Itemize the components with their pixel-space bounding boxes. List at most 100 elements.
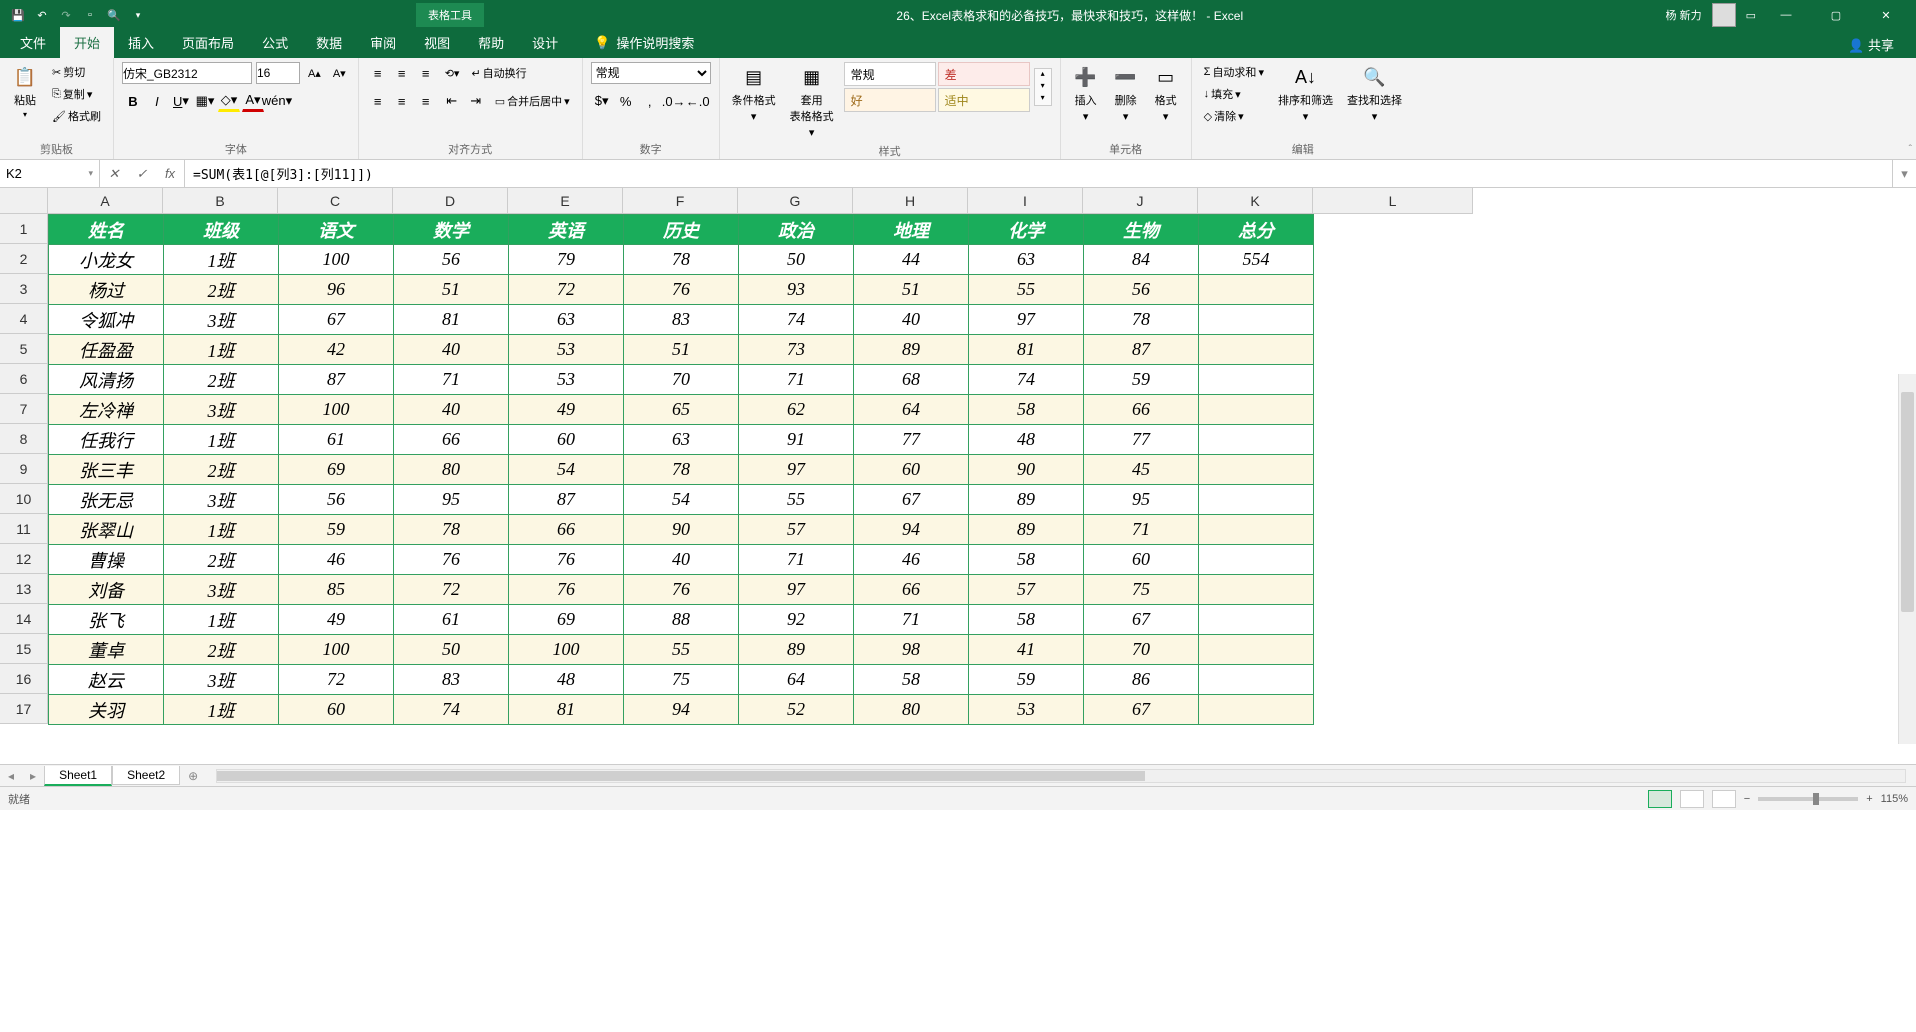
cell[interactable]: 张翠山	[49, 515, 164, 545]
table-header-cell[interactable]: 班级	[164, 215, 279, 245]
cut-button[interactable]: ✂剪切	[48, 62, 105, 82]
cell[interactable]: 80	[854, 695, 969, 725]
enter-formula-icon[interactable]: ✓	[128, 166, 156, 182]
tab-help[interactable]: 帮助	[464, 27, 518, 58]
column-header[interactable]: J	[1083, 188, 1198, 214]
zoom-out-icon[interactable]: −	[1744, 793, 1750, 805]
table-header-cell[interactable]: 语文	[279, 215, 394, 245]
cell[interactable]: 100	[509, 635, 624, 665]
column-header[interactable]: D	[393, 188, 508, 214]
cell[interactable]: 65	[624, 395, 739, 425]
undo-icon[interactable]: ↶	[34, 7, 50, 23]
table-header-cell[interactable]: 地理	[854, 215, 969, 245]
cell[interactable]: 72	[279, 665, 394, 695]
cell[interactable]: 81	[509, 695, 624, 725]
zoom-slider[interactable]	[1758, 797, 1858, 801]
increase-decimal-button[interactable]: .0→	[663, 90, 685, 112]
cell[interactable]: 80	[394, 455, 509, 485]
cell[interactable]	[1199, 335, 1314, 365]
cell[interactable]: 42	[279, 335, 394, 365]
cell[interactable]: 79	[509, 245, 624, 275]
cell[interactable]: 100	[279, 245, 394, 275]
cell[interactable]: 55	[624, 635, 739, 665]
cell[interactable]: 71	[739, 545, 854, 575]
cell[interactable]: 77	[1084, 425, 1199, 455]
format-painter-button[interactable]: 🖌格式刷	[48, 106, 105, 126]
cell[interactable]: 71	[854, 605, 969, 635]
table-header-cell[interactable]: 生物	[1084, 215, 1199, 245]
cell[interactable]: 49	[279, 605, 394, 635]
row-header[interactable]: 9	[0, 454, 48, 484]
cell[interactable]: 94	[624, 695, 739, 725]
cell[interactable]: 56	[1084, 275, 1199, 305]
cell[interactable]: 49	[509, 395, 624, 425]
cell[interactable]: 71	[1084, 515, 1199, 545]
percent-button[interactable]: %	[615, 90, 637, 112]
cell[interactable]: 70	[1084, 635, 1199, 665]
collapse-ribbon-icon[interactable]: ˆ	[1909, 144, 1912, 155]
tab-page-layout[interactable]: 页面布局	[168, 27, 248, 58]
cell[interactable]: 74	[739, 305, 854, 335]
cell[interactable]: 3班	[164, 485, 279, 515]
wrap-text-button[interactable]: ↵自动换行	[467, 63, 530, 83]
row-header[interactable]: 6	[0, 364, 48, 394]
cell[interactable]: 64	[739, 665, 854, 695]
cell[interactable]: 54	[624, 485, 739, 515]
vertical-scrollbar[interactable]	[1898, 374, 1916, 744]
tab-file[interactable]: 文件	[6, 27, 60, 58]
cell[interactable]: 63	[509, 305, 624, 335]
insert-cells-button[interactable]: ➕插入▾	[1069, 62, 1103, 125]
cell[interactable]: 63	[969, 245, 1084, 275]
cell[interactable]: 40	[624, 545, 739, 575]
cell[interactable]: 58	[969, 545, 1084, 575]
cell[interactable]: 2班	[164, 275, 279, 305]
zoom-in-icon[interactable]: +	[1866, 793, 1872, 805]
add-sheet-icon[interactable]: ⊕	[180, 769, 206, 783]
paste-button[interactable]: 📋 粘贴 ▾	[8, 62, 42, 121]
cell[interactable]: 67	[279, 305, 394, 335]
number-format-combo[interactable]: 常规	[591, 62, 711, 84]
border-button[interactable]: ▦▾	[194, 90, 216, 112]
sheet-tab-2[interactable]: Sheet2	[112, 766, 180, 785]
orientation-button[interactable]: ⟲▾	[441, 65, 464, 82]
cell[interactable]: 71	[739, 365, 854, 395]
cell[interactable]: 57	[969, 575, 1084, 605]
cell[interactable]: 78	[394, 515, 509, 545]
cell[interactable]: 87	[279, 365, 394, 395]
cell[interactable]: 令狐冲	[49, 305, 164, 335]
cell[interactable]: 78	[1084, 305, 1199, 335]
cell[interactable]: 风清扬	[49, 365, 164, 395]
zoom-handle[interactable]	[1813, 793, 1819, 805]
cell[interactable]: 83	[394, 665, 509, 695]
cell[interactable]: 51	[624, 335, 739, 365]
cell[interactable]: 61	[394, 605, 509, 635]
cell[interactable]: 89	[854, 335, 969, 365]
cell[interactable]: 67	[854, 485, 969, 515]
cell[interactable]: 93	[739, 275, 854, 305]
cell[interactable]	[1199, 275, 1314, 305]
column-header[interactable]: H	[853, 188, 968, 214]
cell[interactable]: 100	[279, 635, 394, 665]
close-button[interactable]: ✕	[1866, 5, 1906, 25]
cell[interactable]: 67	[1084, 695, 1199, 725]
cell[interactable]: 66	[394, 425, 509, 455]
cell[interactable]: 87	[509, 485, 624, 515]
cell[interactable]: 1班	[164, 605, 279, 635]
row-header[interactable]: 16	[0, 664, 48, 694]
column-header[interactable]: I	[968, 188, 1083, 214]
page-break-view-button[interactable]	[1712, 790, 1736, 808]
sheet-tab-1[interactable]: Sheet1	[44, 766, 112, 786]
share-button[interactable]: 👤 共享	[1838, 31, 1904, 58]
tab-review[interactable]: 审阅	[356, 27, 410, 58]
underline-button[interactable]: U▾	[170, 90, 192, 112]
row-header[interactable]: 5	[0, 334, 48, 364]
table-header-cell[interactable]: 数学	[394, 215, 509, 245]
chevron-down-icon[interactable]: ▾	[88, 168, 93, 179]
cell[interactable]: 48	[969, 425, 1084, 455]
cell[interactable]: 66	[854, 575, 969, 605]
cell[interactable]: 63	[624, 425, 739, 455]
fill-button[interactable]: ↓填充 ▾	[1200, 84, 1268, 104]
align-top-button[interactable]: ≡	[367, 62, 389, 84]
row-header[interactable]: 13	[0, 574, 48, 604]
style-neutral[interactable]: 适中	[938, 88, 1030, 112]
